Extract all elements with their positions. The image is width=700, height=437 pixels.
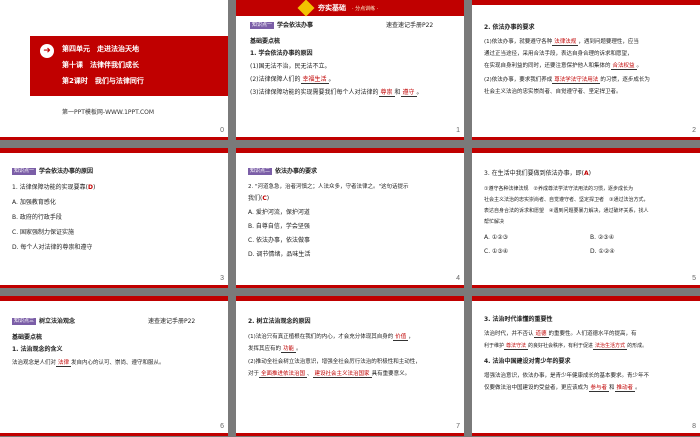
top-bar [0, 148, 228, 153]
bottom-bar [0, 285, 228, 288]
point-2-2: (2)依法办事，要求我们养成 尊法学法守法用法 的习惯，逐步成长为 [484, 77, 650, 84]
slide-6-thumbnail[interactable]: 知识点三 树立法治观念 速查速记手册P22 基础要点梳 1. 法治观念的含义 法治… [0, 296, 228, 436]
top-bar [236, 296, 464, 301]
slide-number: 3 [220, 275, 224, 282]
unit-title: 第四单元 走进法治天地 [62, 45, 139, 53]
bottom-bar [0, 137, 228, 140]
top-bar [472, 148, 700, 153]
footer-text: 第一PPT模板网-WWW.1PPT.COM [62, 109, 155, 116]
question-1: 1. 法律保障功能的实现要靠(D) [12, 184, 96, 191]
slide-number: 5 [692, 275, 696, 282]
option-a: A. 加强教育感化 [12, 199, 56, 206]
question-2-cont: 我们(C) [248, 195, 270, 202]
section-tag: 知识点二 [248, 168, 273, 175]
period-title: 第2课时 我们与法律同行 [62, 77, 144, 85]
lesson-title: 第十课 法律伴我们成长 [62, 61, 139, 69]
slide-1-thumbnail[interactable]: 夯实基础 · 分点训练 · 知识点一 学会依法办事 速查速记手册P22 基础要点梳… [236, 0, 464, 140]
bottom-bar [472, 285, 700, 288]
statement-line-3: 表达自身合法的诉求和愿望 ④遇到问题要暴力解决，通过破坏关系，找人 [484, 208, 649, 214]
point-2-1-cont2: 在实现自身利益的同时，还要注意保护他人和集体的 合法权益。 [484, 63, 643, 70]
point-3: 3. 法治时代谁懂的重要性 [484, 316, 553, 323]
section-title: 基础要点梳 [250, 38, 281, 45]
top-bar [472, 0, 700, 5]
point-2-1: (1)依法办事，就要遵守各种 法律法规 ，遇到问题要理性，应当 [484, 39, 639, 46]
section-tag: 知识点三 [12, 318, 37, 325]
option-d: D. ①②④ [590, 248, 615, 255]
manual-ref: 速查速记手册P22 [386, 22, 434, 29]
option-c: C. 依法办事，依法做事 [248, 237, 311, 244]
point-2-2-cont: 社会主义法治的忠实崇尚者、自觉遵守者、坚定捍卫者。 [484, 89, 622, 95]
option-b: B. ②③④ [590, 234, 615, 241]
section-header: 知识点三 树立法治观念 [12, 318, 76, 325]
statement-line-2: 社会主义法治的忠实崇尚者、自觉遵守者、坚定捍卫者 ③通过法治方式， [484, 197, 649, 203]
bottom-bar [0, 433, 228, 436]
slide-number: 4 [456, 275, 460, 282]
point-1-1: (1)国无法不治，民无法不立。 [250, 63, 331, 70]
slide-8-thumbnail[interactable]: 3. 法治时代谁懂的重要性 法治时代，并不否认 道德 的重要性。人们道德水平的提高，… [472, 296, 700, 436]
slide-number: 0 [220, 127, 224, 134]
slide-number: 1 [456, 127, 460, 134]
option-d: D. 每个人对法律的尊崇和遵守 [12, 244, 93, 251]
option-c: C. 国家强制力保证实施 [12, 229, 75, 236]
top-bar [472, 296, 700, 301]
point-4-text-cont: 仅要做法治中国建设的受益者，更应该成为 参与者和推动者。 [484, 385, 641, 392]
option-b: B. 政府的行政手段 [12, 214, 62, 221]
section-header: 知识点一 学会依法办事的原因 [12, 168, 94, 175]
top-bar [236, 148, 464, 153]
option-c: C. ①③④ [484, 248, 509, 255]
point-2: 2. 树立法治观念的原因 [248, 318, 311, 325]
banner-subtitle: · 分点训练 · [352, 6, 379, 12]
slide-3-thumbnail[interactable]: 知识点一 学会依法办事的原因 1. 法律保障功能的实现要靠(D) A. 加强教育感… [0, 148, 228, 288]
option-d: D. 调节情绪，品味生活 [248, 251, 311, 258]
point-1-3: (3)法律保障功能的实现需要我们每个人对法律的 尊崇和遵守。 [250, 89, 423, 97]
option-a: A. 爱护河流，保护河道 [248, 209, 310, 216]
manual-ref: 速查速记手册P22 [148, 318, 196, 325]
point-2-2: (2)推动全社会树立法治意识，增强全社会厉行法治的积极性和主动性， [248, 359, 421, 365]
point-4-text: 增强法治意识，依法办事，是青少年健康成长的基本要求。青少年不 [484, 373, 650, 379]
question-2: 2. "河道急急，治者河慎之；人法众多，守者法律之。"这句话提示 [248, 184, 409, 190]
statement-line-4: 帮忙解决 [484, 219, 505, 225]
option-a: A. ①②③ [484, 234, 508, 241]
arrow-icon: ➜ [40, 44, 54, 58]
point-1-text: 法治观念是人们对 法律 发自内心的认可、崇尚、遵守和服从。 [12, 360, 165, 367]
top-bar [0, 296, 228, 301]
point-2-1: (1)法治只有真正植根在我们的内心，才会充分体现其自身的 价值， [248, 334, 414, 341]
statement-line-1: ①遵守各种法律法规 ②养成尊法学法守法用法的习惯，逐步成长为 [484, 186, 633, 192]
bottom-bar [236, 137, 464, 140]
bottom-bar [236, 433, 464, 436]
bottom-bar [472, 433, 700, 436]
section-tag: 知识点一 [12, 168, 37, 175]
slide-5-thumbnail[interactable]: 3. 在生活中我们要做到依法办事，即(A) ①遵守各种法律法规 ②养成尊法学法守… [472, 148, 700, 288]
slide-2-thumbnail[interactable]: 2. 依法办事的要求 (1)依法办事，就要遵守各种 法律法规 ，遇到问题要理性，应当… [472, 0, 700, 140]
bottom-bar [236, 285, 464, 288]
slide-number: 7 [456, 423, 460, 430]
slide-0-thumbnail[interactable]: ➜ 第四单元 走进法治天地 第十课 法律伴我们成长 第2课时 我们与法律同行 第… [0, 0, 228, 140]
point-2: 2. 依法办事的要求 [484, 24, 535, 31]
point-2-2-cont: 对于 全面推进依法治国、建设社会主义法治国家 具有重要意义。 [248, 371, 411, 378]
section-header: 知识点一 学会依法办事 [250, 22, 314, 29]
slide-7-thumbnail[interactable]: 2. 树立法治观念的原因 (1)法治只有真正植根在我们的内心，才会充分体现其自身… [236, 296, 464, 436]
point-4: 4. 法治中国建设对青少年的要求 [484, 358, 571, 365]
slide-4-thumbnail[interactable]: 知识点二 依法办事的要求 2. "河道急急，治者河慎之；人法众多，守者法律之。"这… [236, 148, 464, 288]
question-3: 3. 在生活中我们要做到依法办事，即(A) [484, 170, 591, 177]
point-3-text-cont: 利于维护 尊法守法 的良好社会秩序，有利于促进 法治生活方式 的形成。 [484, 343, 648, 350]
point-1: 1. 法治观念的含义 [12, 346, 63, 353]
banner-title: 夯实基础 [318, 4, 346, 12]
point-3-text: 法治时代，并不否认 道德 的重要性。人们道德水平的提高，有 [484, 331, 637, 338]
section-tag: 知识点一 [250, 22, 275, 29]
section-title: 基础要点梳 [12, 334, 43, 341]
top-bar [236, 0, 464, 16]
point-1-2: (2)法律保障人们的 幸福生活。 [250, 76, 335, 84]
slide-number: 8 [692, 423, 696, 430]
option-b: B. 自尊自信，学会坚强 [248, 223, 310, 230]
bottom-bar [472, 137, 700, 140]
point-1: 1. 学会依法办事的原因 [250, 50, 313, 57]
section-header: 知识点二 依法办事的要求 [248, 168, 318, 175]
slide-number: 6 [220, 423, 224, 430]
point-2-1-cont: 通过正当途径，采用合法手段，表达自身合理的诉求和愿望， [484, 51, 633, 57]
point-2-1-cont: 发挥其应有的 功能。 [248, 346, 302, 353]
slide-number: 2 [692, 127, 696, 134]
